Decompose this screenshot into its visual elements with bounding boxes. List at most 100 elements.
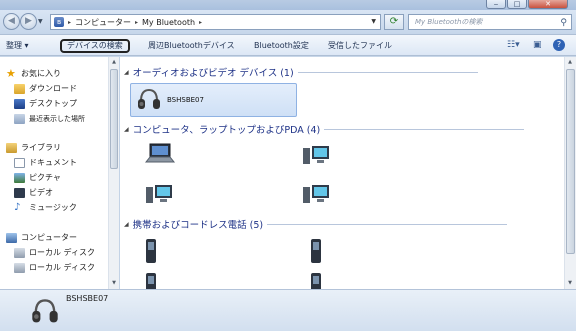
nav-label: お気に入り — [21, 69, 61, 78]
nearby-devices-button[interactable]: 周辺Bluetoothデバイス — [148, 39, 235, 53]
breadcrumb-my-bluetooth[interactable]: My Bluetooth — [142, 18, 195, 27]
nav-item-computer[interactable]: コンピューター — [6, 231, 77, 244]
nav-item-local-disk-1[interactable]: ローカル ディスク — [14, 246, 95, 259]
preview-pane-icon[interactable]: ▣ — [533, 39, 542, 52]
nav-label: ローカル ディスク — [29, 263, 95, 272]
device-tile-pc-3[interactable] — [301, 181, 331, 207]
nav-label: コンピューター — [21, 233, 77, 242]
nav-item-pictures[interactable]: ピクチャ — [14, 171, 61, 184]
address-field[interactable]: ʙ ▸ コンピューター ▸ My Bluetooth ▸ ▼ — [50, 14, 381, 30]
group-divider — [324, 128, 525, 130]
group-header-audio[interactable]: ◢ オーディオおよびビデオ デバイス (1) — [124, 65, 478, 79]
address-dropdown-icon[interactable]: ▼ — [371, 18, 376, 25]
forward-button[interactable]: ▶ — [20, 13, 37, 30]
bluetooth-settings-button[interactable]: Bluetooth設定 — [254, 39, 309, 53]
details-device-name: BSHSBE07 — [66, 294, 109, 303]
refresh-button[interactable]: ⟳ — [384, 14, 404, 30]
content-scrollbar[interactable]: ▲ ▼ — [564, 57, 576, 289]
recent-places-icon — [14, 113, 25, 124]
device-tile-pc-1[interactable] — [301, 142, 331, 168]
group-header-computers[interactable]: ◢ コンピュータ、ラップトップおよびPDA (4) — [124, 122, 525, 136]
close-button[interactable]: ✕ — [528, 0, 568, 9]
breadcrumb-computer[interactable]: コンピューター — [75, 17, 131, 28]
mobile-phone-icon — [146, 273, 156, 289]
details-pane: BSHSBE07 — [0, 289, 576, 331]
nav-item-downloads[interactable]: ダウンロード — [14, 82, 77, 95]
group-divider — [267, 223, 508, 225]
device-name: BSHSBE07 — [167, 96, 204, 104]
nav-item-documents[interactable]: ドキュメント — [14, 156, 77, 169]
drive-icon — [14, 247, 25, 258]
content-scroll-thumb[interactable] — [566, 69, 575, 254]
mobile-phone-icon — [146, 239, 156, 263]
search-devices-button[interactable]: デバイスの検索 — [60, 39, 130, 53]
scroll-up-icon[interactable]: ▲ — [110, 58, 118, 66]
laptop-icon — [144, 143, 176, 163]
device-tile-phone-1[interactable] — [144, 237, 158, 265]
command-bar: 整理 ▾ デバイスの検索 周辺Bluetoothデバイス Bluetooth設定… — [0, 34, 576, 56]
organize-menu[interactable]: 整理 ▾ — [6, 39, 29, 53]
device-tile-headset[interactable]: BSHSBE07 — [130, 83, 297, 117]
device-tile-laptop[interactable] — [144, 142, 176, 166]
device-tile-phone-2[interactable] — [309, 237, 323, 265]
group-divider — [297, 71, 478, 73]
collapse-triangle-icon[interactable]: ◢ — [124, 126, 129, 133]
nav-label: ビデオ — [29, 188, 53, 197]
desktop-icon — [14, 98, 25, 109]
device-tile-phone-4[interactable] — [309, 271, 323, 289]
history-dropdown-icon[interactable]: ▼ — [38, 18, 43, 25]
nav-item-local-disk-2[interactable]: ローカル ディスク — [14, 261, 95, 274]
music-icon: ♪ — [14, 201, 21, 213]
chevron-right-icon[interactable]: ▸ — [199, 19, 202, 26]
nav-label: ローカル ディスク — [29, 248, 95, 257]
nav-label: ドキュメント — [29, 158, 77, 167]
search-input[interactable]: My Bluetoothの検索 ⚲ — [408, 14, 572, 30]
desktop-pc-icon — [303, 185, 329, 203]
scroll-down-icon[interactable]: ▼ — [110, 279, 118, 287]
nav-item-libraries[interactable]: ライブラリ — [6, 141, 61, 154]
received-files-button[interactable]: 受信したファイル — [328, 39, 392, 53]
documents-icon — [14, 157, 25, 168]
nav-scroll-thumb[interactable] — [110, 69, 118, 169]
nav-item-videos[interactable]: ビデオ — [14, 186, 53, 199]
chevron-right-icon[interactable]: ▸ — [135, 19, 138, 26]
nav-scrollbar[interactable]: ▲ ▼ — [108, 57, 119, 289]
desktop-pc-icon — [146, 185, 172, 203]
nav-label: ダウンロード — [29, 84, 77, 93]
back-button[interactable]: ◀ — [3, 13, 20, 30]
nav-item-favorites[interactable]: ★ お気に入り — [6, 67, 61, 80]
nav-label: ピクチャ — [29, 173, 61, 182]
device-tile-phone-3[interactable] — [144, 271, 158, 289]
nav-item-recent[interactable]: 最近表示した場所 — [14, 112, 85, 125]
help-icon[interactable]: ? — [553, 39, 565, 51]
search-icon[interactable]: ⚲ — [560, 16, 567, 30]
drive-icon — [14, 262, 25, 273]
address-bar: ◀ ▶ ▼ ʙ ▸ コンピューター ▸ My Bluetooth ▸ ▼ ⟳ M… — [0, 10, 576, 34]
headset-icon — [32, 299, 58, 323]
navigation-pane: ★ お気に入り ダウンロード デスクトップ 最近表示した場所 ライブラリ ドキュ… — [0, 57, 120, 289]
scroll-down-icon[interactable]: ▼ — [566, 279, 574, 287]
nav-label: ミュージック — [29, 203, 77, 212]
star-icon: ★ — [6, 66, 16, 80]
nav-label: 最近表示した場所 — [29, 114, 85, 123]
group-label: コンピュータ、ラップトップおよびPDA (4) — [132, 125, 321, 136]
libraries-icon — [6, 142, 17, 153]
nav-label: ライブラリ — [21, 143, 61, 152]
content-pane: ◢ オーディオおよびビデオ デバイス (1) BSHSBE07 ◢ コンピュータ… — [120, 57, 564, 289]
collapse-triangle-icon[interactable]: ◢ — [124, 221, 129, 228]
videos-icon — [14, 187, 25, 198]
group-header-phones[interactable]: ◢ 携帯およびコードレス電話 (5) — [124, 217, 508, 231]
device-tile-pc-2[interactable] — [144, 181, 174, 207]
nav-item-music[interactable]: ♪ ミュージック — [14, 201, 77, 214]
maximize-button[interactable]: □ — [507, 0, 527, 9]
desktop-pc-icon — [303, 146, 329, 164]
chevron-right-icon[interactable]: ▸ — [68, 19, 71, 26]
collapse-triangle-icon[interactable]: ◢ — [124, 69, 129, 76]
refresh-icon: ⟳ — [389, 16, 399, 27]
minimize-button[interactable]: ‒ — [486, 0, 506, 9]
view-options-icon[interactable]: ☷▾ — [507, 39, 520, 52]
nav-item-desktop[interactable]: デスクトップ — [14, 97, 77, 110]
group-label: オーディオおよびビデオ デバイス (1) — [132, 68, 294, 79]
explorer-window: ‒ □ ✕ ◀ ▶ ▼ ʙ ▸ コンピューター ▸ My Bluetooth ▸… — [0, 0, 576, 331]
scroll-up-icon[interactable]: ▲ — [566, 58, 574, 66]
